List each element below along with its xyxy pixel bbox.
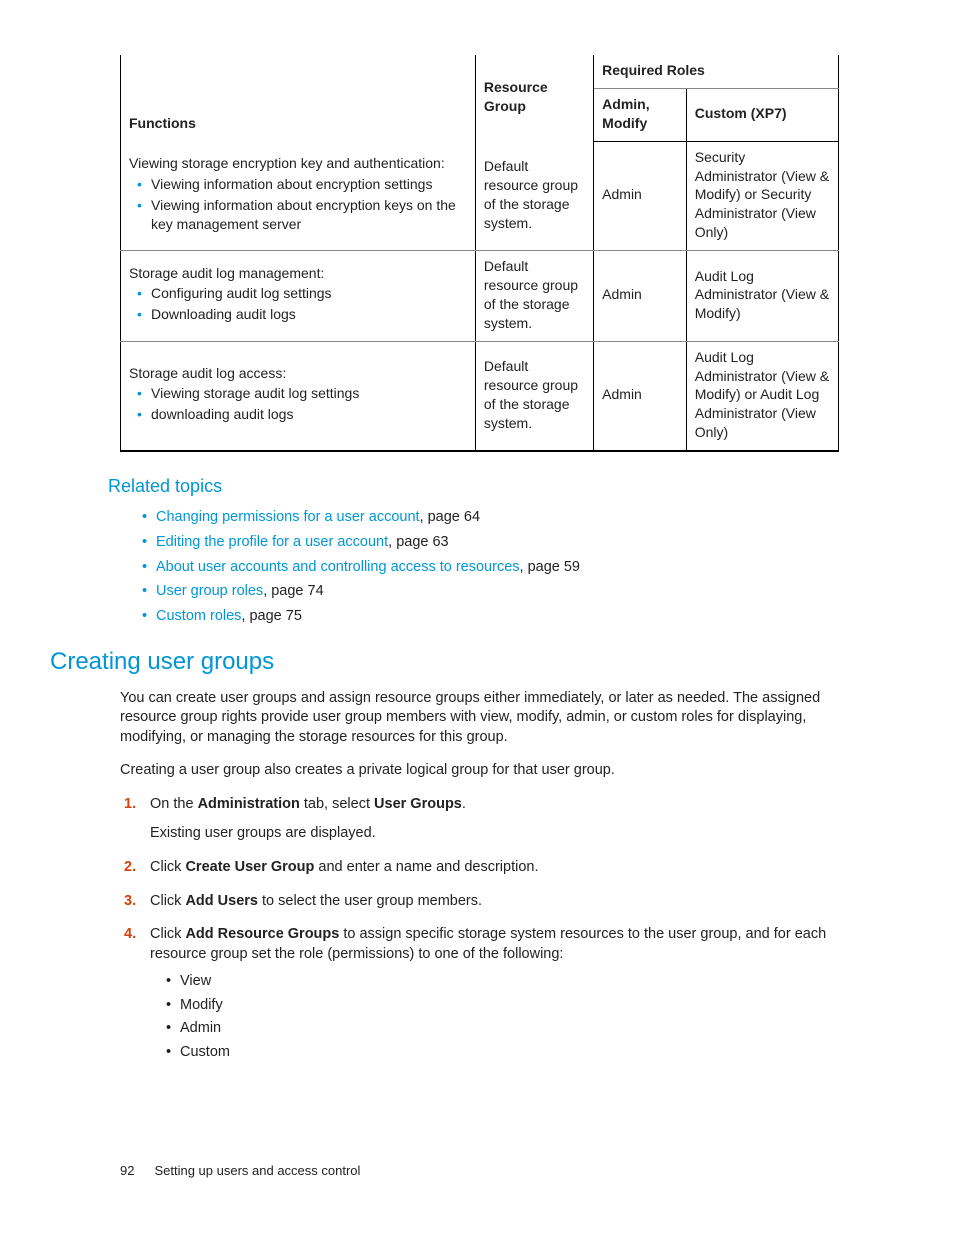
table-row: Viewing storage encryption key and authe… bbox=[121, 141, 839, 250]
body-paragraph: You can create user groups and assign re… bbox=[120, 689, 839, 748]
list-item: Viewing information about encryption key… bbox=[151, 196, 467, 234]
page-ref: , page 75 bbox=[241, 608, 301, 624]
row-title: Viewing storage encryption key and authe… bbox=[129, 155, 445, 171]
page-ref: , page 59 bbox=[520, 559, 580, 575]
list-item: Modify bbox=[180, 996, 839, 1016]
step-text: to select the user group members. bbox=[258, 893, 482, 909]
list-item: About user accounts and controlling acce… bbox=[156, 558, 839, 578]
list-item: Custom roles, page 75 bbox=[156, 607, 839, 627]
cell-resource: Default resource group of the storage sy… bbox=[475, 341, 593, 451]
step: Click Create User Group and enter a name… bbox=[142, 858, 839, 878]
related-link[interactable]: Changing permissions for a user account bbox=[156, 509, 420, 525]
cell-functions: Viewing storage encryption key and authe… bbox=[121, 141, 476, 250]
list-item: View bbox=[180, 972, 839, 992]
step: Click Add Resource Groups to assign spec… bbox=[142, 925, 839, 1062]
cell-custom: Security Administrator (View & Modify) o… bbox=[686, 141, 838, 250]
row-title: Storage audit log access: bbox=[129, 365, 286, 381]
step-text: Click bbox=[150, 926, 185, 942]
list-item: Admin bbox=[180, 1019, 839, 1039]
related-link[interactable]: About user accounts and controlling acce… bbox=[156, 559, 520, 575]
related-topics-heading: Related topics bbox=[108, 474, 839, 498]
step-text: On the bbox=[150, 796, 198, 812]
related-link[interactable]: Custom roles bbox=[156, 608, 241, 624]
table-row: Storage audit log management: Configurin… bbox=[121, 251, 839, 342]
th-resource-group: Resource Group bbox=[475, 55, 593, 141]
list-item: Downloading audit logs bbox=[151, 305, 467, 324]
body-paragraph: Creating a user group also creates a pri… bbox=[120, 761, 839, 781]
step-text: Click bbox=[150, 859, 185, 875]
step-text: . bbox=[462, 796, 466, 812]
list-item: User group roles, page 74 bbox=[156, 582, 839, 602]
page-number: 92 bbox=[120, 1163, 134, 1178]
step-result: Existing user groups are displayed. bbox=[150, 824, 839, 844]
bold-term: Add Resource Groups bbox=[185, 926, 339, 942]
bold-term: Administration bbox=[198, 796, 300, 812]
cell-resource: Default resource group of the storage sy… bbox=[475, 141, 593, 250]
related-link[interactable]: User group roles bbox=[156, 583, 263, 599]
page-ref: , page 64 bbox=[420, 509, 480, 525]
cell-admin: Admin bbox=[594, 341, 687, 451]
step-text: tab, select bbox=[300, 796, 374, 812]
list-item: Configuring audit log settings bbox=[151, 284, 467, 303]
row-title: Storage audit log management: bbox=[129, 265, 324, 281]
page-ref: , page 63 bbox=[388, 534, 448, 550]
list-item: Changing permissions for a user account,… bbox=[156, 508, 839, 528]
step: On the Administration tab, select User G… bbox=[142, 795, 839, 844]
th-functions: Functions bbox=[121, 55, 476, 141]
cell-functions: Storage audit log access: Viewing storag… bbox=[121, 341, 476, 451]
cell-functions: Storage audit log management: Configurin… bbox=[121, 251, 476, 342]
bold-term: Add Users bbox=[185, 893, 258, 909]
step: Click Add Users to select the user group… bbox=[142, 892, 839, 912]
step-text: Click bbox=[150, 893, 185, 909]
table-row: Storage audit log access: Viewing storag… bbox=[121, 341, 839, 451]
list-item: Custom bbox=[180, 1043, 839, 1063]
footer-title: Setting up users and access control bbox=[154, 1163, 360, 1178]
cell-admin: Admin bbox=[594, 251, 687, 342]
related-topics-list: Changing permissions for a user account,… bbox=[120, 508, 839, 626]
list-item: Viewing information about encryption set… bbox=[151, 175, 467, 194]
cell-custom: Audit Log Administrator (View & Modify) bbox=[686, 251, 838, 342]
bold-term: User Groups bbox=[374, 796, 462, 812]
roles-table: Functions Resource Group Required Roles … bbox=[120, 55, 839, 452]
bold-term: Create User Group bbox=[185, 859, 314, 875]
cell-resource: Default resource group of the storage sy… bbox=[475, 251, 593, 342]
th-custom: Custom (XP7) bbox=[686, 88, 838, 141]
related-link[interactable]: Editing the profile for a user account bbox=[156, 534, 388, 550]
procedure-steps: On the Administration tab, select User G… bbox=[120, 795, 839, 1063]
th-admin-modify: Admin, Modify bbox=[594, 88, 687, 141]
list-item: downloading audit logs bbox=[151, 405, 467, 424]
list-item: Editing the profile for a user account, … bbox=[156, 533, 839, 553]
cell-custom: Audit Log Administrator (View & Modify) … bbox=[686, 341, 838, 451]
document-page: Functions Resource Group Required Roles … bbox=[0, 0, 954, 1235]
th-required-roles: Required Roles bbox=[594, 55, 839, 88]
section-heading: Creating user groups bbox=[50, 646, 839, 678]
cell-admin: Admin bbox=[594, 141, 687, 250]
step-text: and enter a name and description. bbox=[314, 859, 538, 875]
page-footer: 92 Setting up users and access control bbox=[120, 1162, 360, 1180]
list-item: Viewing storage audit log settings bbox=[151, 384, 467, 403]
page-ref: , page 74 bbox=[263, 583, 323, 599]
